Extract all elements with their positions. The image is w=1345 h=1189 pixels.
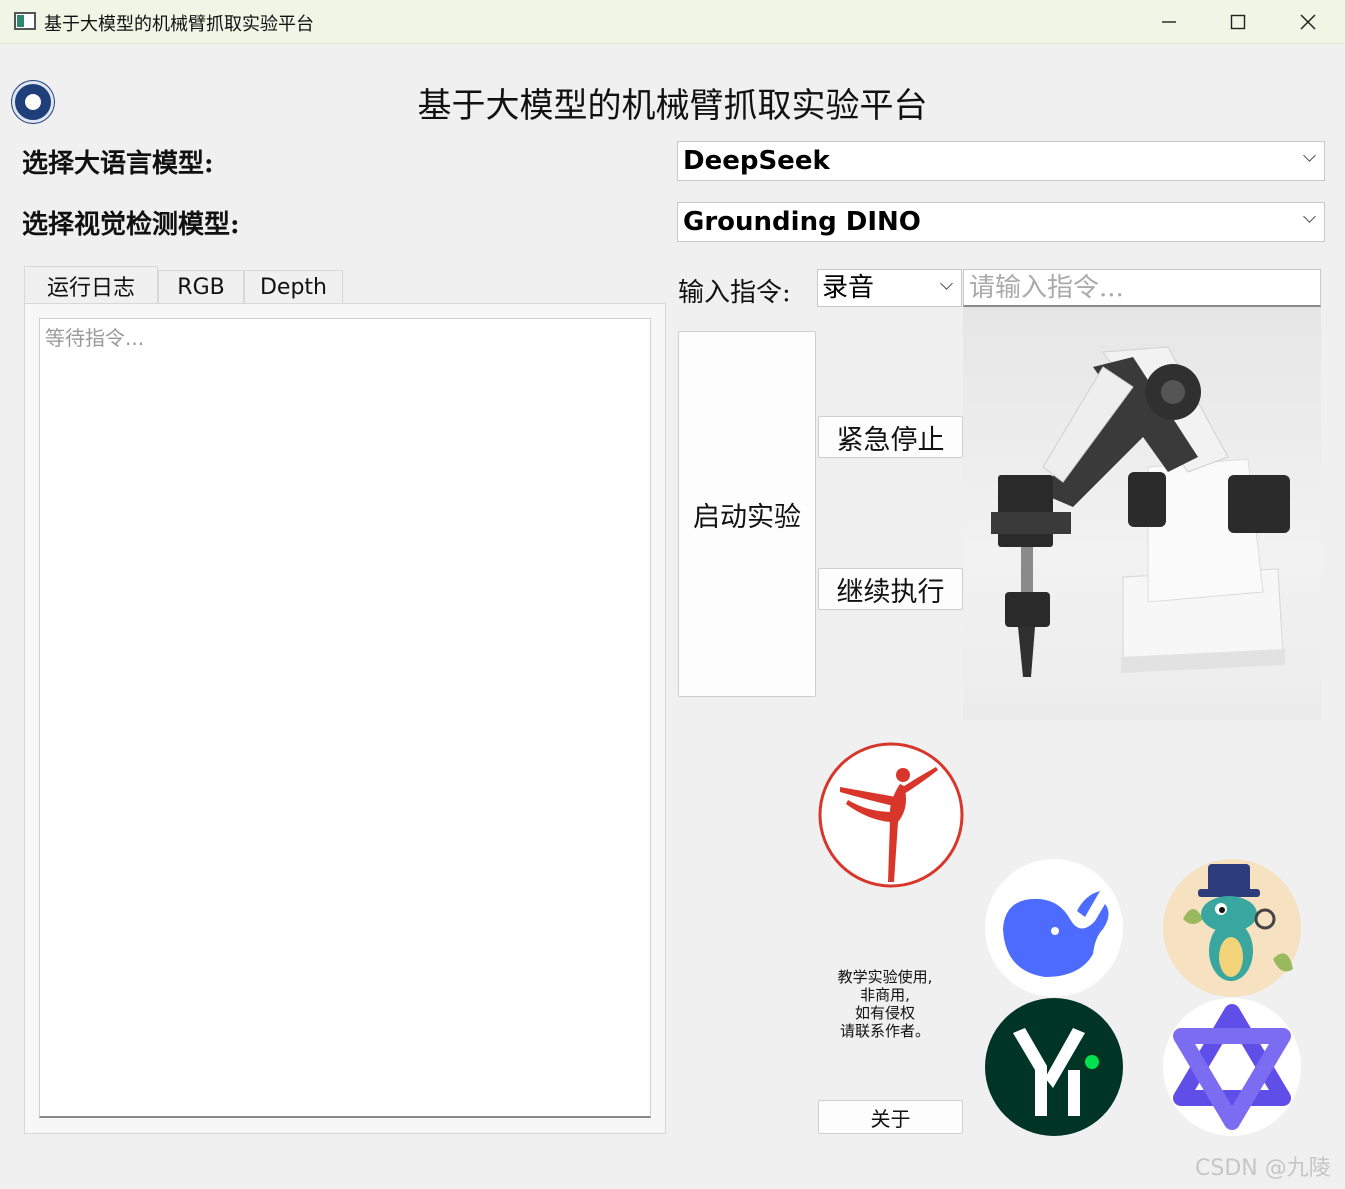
llm-label: 选择大语言模型: [22,149,214,179]
qwen-star-icon [1163,998,1301,1136]
maximize-button[interactable] [1203,0,1273,44]
minimize-button[interactable] [1134,0,1204,44]
robot-arm-image [963,307,1321,720]
input-mode-select[interactable]: 录音 [817,269,962,307]
lizard-icon [1163,859,1301,997]
vision-select-value: Grounding DINO [683,207,921,237]
note-line: 非商用, [860,986,910,1004]
log-placeholder: 等待指令... [45,326,145,350]
ballet-dancer-icon [818,742,964,888]
command-label: 输入指令: [678,278,791,308]
about-button[interactable]: 关于 [818,1100,963,1134]
deepseek-logo-icon [985,859,1123,997]
vision-label: 选择视觉检测模型: [22,210,240,240]
lizard-mascot-logo-icon [1163,859,1301,997]
page-title: 基于大模型的机械臂抓取实验平台 [417,86,928,126]
yi-letter-icon [985,998,1123,1136]
chevron-down-icon [940,277,953,290]
title-bar: 基于大模型的机械臂抓取实验平台 [0,0,1345,44]
vision-select[interactable]: Grounding DINO [677,202,1325,242]
llm-select[interactable]: DeepSeek [677,141,1325,181]
whale-icon [985,859,1123,997]
app-window-icon [14,12,36,30]
note-line: 如有侵权 [854,1004,915,1022]
disclaimer-note: 教学实验使用, 非商用, 如有侵权 请联系作者。 [800,968,970,1040]
watermark: CSDN @九陵 [1195,1156,1331,1181]
start-experiment-button[interactable]: 启动实验 [678,331,816,697]
qwen-logo-icon [1163,998,1301,1136]
chevron-down-icon [1303,210,1316,223]
tab-log[interactable]: 运行日志 [24,266,158,304]
emergency-stop-button[interactable]: 紧急停止 [818,416,963,458]
yi-logo-icon [985,998,1123,1136]
chevron-down-icon [1303,149,1316,162]
robot-arm-illustration [991,346,1290,677]
continue-button[interactable]: 继续执行 [818,568,963,610]
tab-rgb[interactable]: RGB [158,270,244,304]
minimize-icon [1162,21,1176,23]
tab-depth[interactable]: Depth [244,270,343,304]
ballet-logo-icon [818,742,964,888]
window-title: 基于大模型的机械臂抓取实验平台 [44,14,314,35]
note-line: 请联系作者。 [839,1022,930,1040]
input-mode-value: 录音 [822,273,875,303]
log-output[interactable] [39,318,651,1118]
maximize-icon [1230,14,1246,30]
llm-select-value: DeepSeek [683,146,830,176]
note-line: 教学实验使用, [837,968,933,986]
close-button[interactable] [1273,0,1343,44]
close-icon [1300,14,1316,30]
command-input[interactable]: 请输入指令... [963,269,1321,307]
